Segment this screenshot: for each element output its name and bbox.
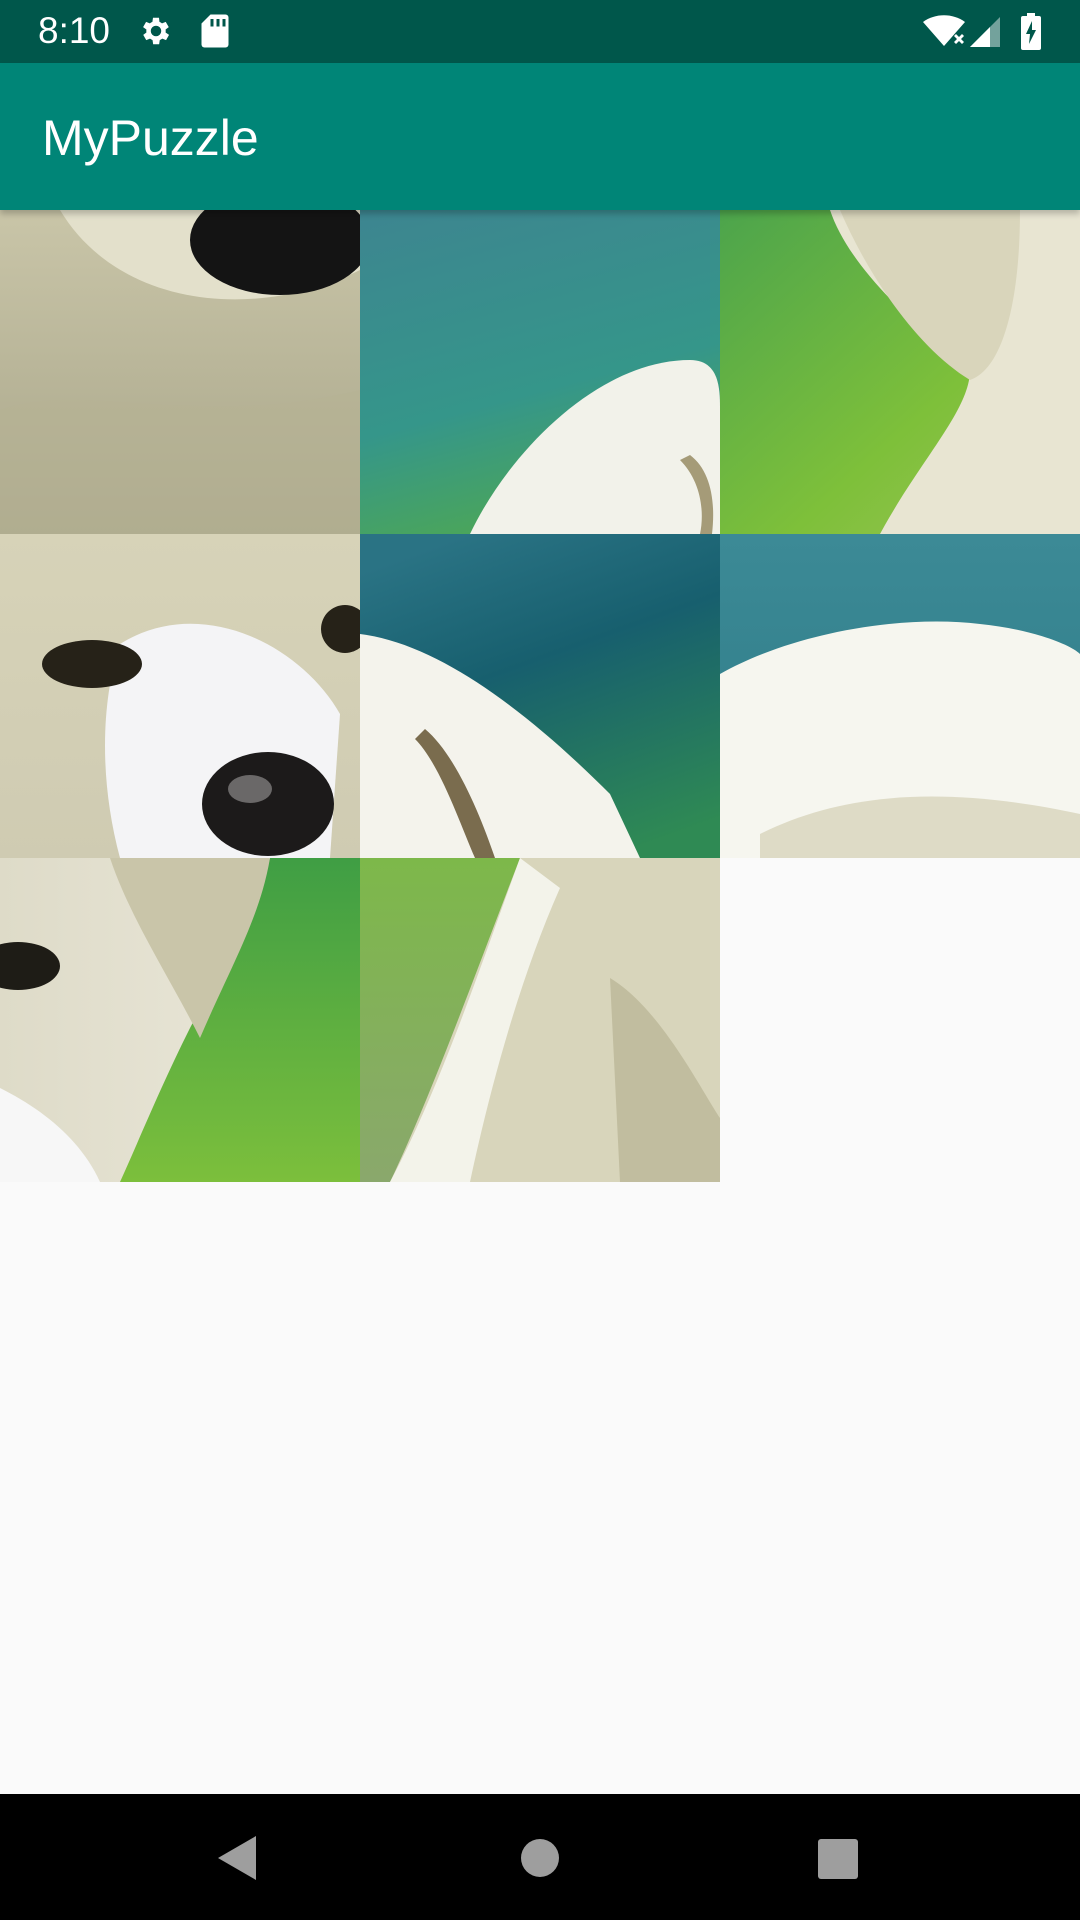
puzzle-tile[interactable] <box>720 210 1080 534</box>
recents-icon[interactable] <box>818 1839 858 1884</box>
cell-signal-icon <box>968 15 1002 54</box>
battery-charging-icon <box>1020 13 1042 56</box>
status-time: 8:10 <box>38 10 111 51</box>
puzzle-grid <box>0 210 1080 1182</box>
puzzle-tile[interactable] <box>360 210 720 534</box>
puzzle-tile[interactable] <box>360 534 720 858</box>
puzzle-tile[interactable] <box>360 858 720 1182</box>
navigation-bar <box>0 1794 1080 1920</box>
app-title: MyPuzzle <box>42 110 259 166</box>
puzzle-tile[interactable] <box>0 858 360 1182</box>
gear-icon <box>138 13 174 54</box>
status-bar: 8:10 <box>0 0 1080 63</box>
puzzle-tile[interactable] <box>0 534 360 858</box>
puzzle-tile[interactable] <box>720 534 1080 858</box>
home-icon[interactable] <box>520 1838 560 1883</box>
wifi-icon <box>922 14 966 53</box>
app-bar: MyPuzzle <box>0 63 1080 210</box>
sd-card-icon <box>200 13 230 54</box>
puzzle-tile[interactable] <box>0 210 360 534</box>
puzzle-empty-slot <box>720 858 1080 1182</box>
back-icon[interactable] <box>216 1834 260 1887</box>
